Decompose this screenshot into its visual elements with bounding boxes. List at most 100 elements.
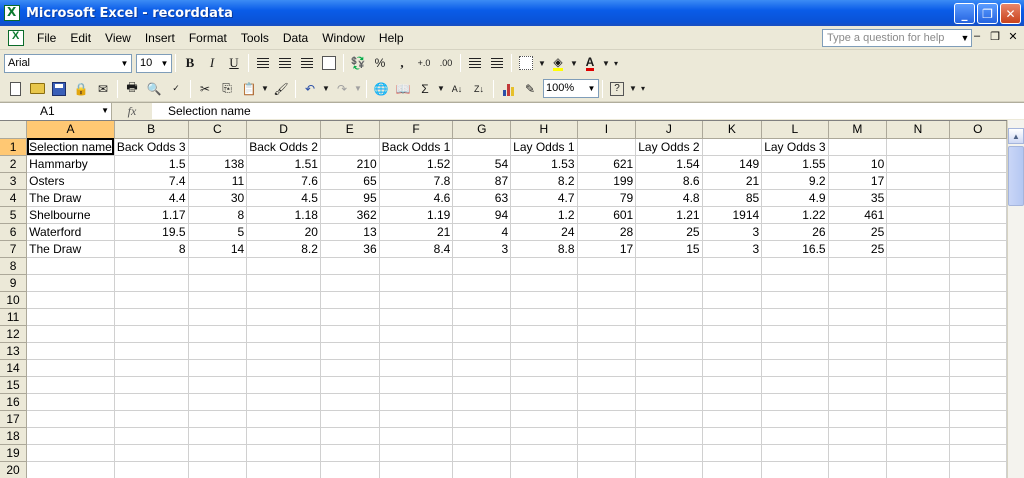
- cell-f9[interactable]: [379, 274, 454, 292]
- cell-e15[interactable]: [320, 376, 380, 394]
- cell-d13[interactable]: [246, 342, 321, 360]
- sort-ascending-button[interactable]: A↓: [446, 78, 468, 100]
- cell-m10[interactable]: [828, 291, 888, 309]
- cell-d8[interactable]: [246, 257, 321, 275]
- cell-f14[interactable]: [379, 359, 454, 377]
- cell-j1[interactable]: Lay Odds 2: [635, 138, 703, 156]
- cell-j6[interactable]: 25: [635, 223, 703, 241]
- help-search-input[interactable]: Type a question for help: [822, 29, 972, 47]
- cell-i10[interactable]: [577, 291, 637, 309]
- cell-l18[interactable]: [761, 427, 829, 445]
- menu-help[interactable]: Help: [372, 28, 411, 48]
- row-header-16[interactable]: 16: [0, 393, 28, 411]
- cell-k14[interactable]: [702, 359, 763, 377]
- cell-e18[interactable]: [320, 427, 380, 445]
- save-button[interactable]: [48, 78, 70, 100]
- decrease-decimal-button[interactable]: .00: [435, 52, 457, 74]
- research-button[interactable]: 📖: [392, 78, 414, 100]
- cell-i12[interactable]: [577, 325, 637, 343]
- cell-m17[interactable]: [828, 410, 888, 428]
- cell-g16[interactable]: [452, 393, 512, 411]
- cell-k1[interactable]: [702, 138, 763, 156]
- cut-button[interactable]: ✂: [194, 78, 216, 100]
- spelling-button[interactable]: ✓: [165, 78, 187, 100]
- menu-data[interactable]: Data: [276, 28, 315, 48]
- cell-f18[interactable]: [379, 427, 454, 445]
- cell-o20[interactable]: [949, 461, 1007, 478]
- align-left-button[interactable]: [252, 52, 274, 74]
- cell-h3[interactable]: 8.2: [510, 172, 578, 190]
- row-header-8[interactable]: 8: [0, 257, 28, 275]
- title-bar[interactable]: Microsoft Excel - recorddata _ ❐ ✕: [0, 0, 1024, 26]
- cell-n8[interactable]: [886, 257, 950, 275]
- cell-a15[interactable]: [26, 376, 115, 394]
- cell-l17[interactable]: [761, 410, 829, 428]
- row-header-14[interactable]: 14: [0, 359, 28, 377]
- row-header-2[interactable]: 2: [0, 155, 28, 173]
- cell-i6[interactable]: 28: [577, 223, 637, 241]
- cell-i7[interactable]: 17: [577, 240, 637, 258]
- cell-k17[interactable]: [702, 410, 763, 428]
- cell-g7[interactable]: 3: [452, 240, 512, 258]
- increase-indent-button[interactable]: [486, 52, 508, 74]
- cell-g5[interactable]: 94: [452, 206, 512, 224]
- cell-l8[interactable]: [761, 257, 829, 275]
- excel-icon[interactable]: [4, 5, 20, 21]
- column-header-g[interactable]: G: [452, 121, 512, 139]
- cell-m3[interactable]: 17: [828, 172, 888, 190]
- borders-dropdown-icon[interactable]: ▼: [537, 52, 547, 74]
- cell-d1[interactable]: Back Odds 2: [246, 138, 321, 156]
- cell-i17[interactable]: [577, 410, 637, 428]
- column-header-h[interactable]: H: [510, 121, 578, 139]
- cell-f6[interactable]: 21: [379, 223, 454, 241]
- row-header-10[interactable]: 10: [0, 291, 28, 309]
- cell-n19[interactable]: [886, 444, 950, 462]
- cell-a5[interactable]: Shelbourne: [26, 206, 115, 224]
- cell-e4[interactable]: 95: [320, 189, 380, 207]
- cell-a16[interactable]: [26, 393, 115, 411]
- cell-e8[interactable]: [320, 257, 380, 275]
- cell-e9[interactable]: [320, 274, 380, 292]
- cell-m16[interactable]: [828, 393, 888, 411]
- row-header-3[interactable]: 3: [0, 172, 28, 190]
- cell-e17[interactable]: [320, 410, 380, 428]
- cell-l20[interactable]: [761, 461, 829, 478]
- cell-e12[interactable]: [320, 325, 380, 343]
- cell-h20[interactable]: [510, 461, 578, 478]
- cell-g1[interactable]: [452, 138, 512, 156]
- cell-a18[interactable]: [26, 427, 115, 445]
- cell-g4[interactable]: 63: [452, 189, 512, 207]
- permission-button[interactable]: 🔒: [70, 78, 92, 100]
- cell-l4[interactable]: 4.9: [761, 189, 829, 207]
- cell-k13[interactable]: [702, 342, 763, 360]
- cell-k7[interactable]: 3: [702, 240, 763, 258]
- cell-o19[interactable]: [949, 444, 1007, 462]
- cell-i4[interactable]: 79: [577, 189, 637, 207]
- cell-d3[interactable]: 7.6: [246, 172, 321, 190]
- cell-c19[interactable]: [188, 444, 248, 462]
- cell-d16[interactable]: [246, 393, 321, 411]
- cell-m15[interactable]: [828, 376, 888, 394]
- cell-i18[interactable]: [577, 427, 637, 445]
- cell-d5[interactable]: 1.18: [246, 206, 321, 224]
- cell-b8[interactable]: [114, 257, 189, 275]
- copy-button[interactable]: ⎘: [216, 78, 238, 100]
- cell-c2[interactable]: 138: [188, 155, 248, 173]
- cell-b15[interactable]: [114, 376, 189, 394]
- cell-m9[interactable]: [828, 274, 888, 292]
- cell-b1[interactable]: Back Odds 3: [114, 138, 189, 156]
- cell-o5[interactable]: [949, 206, 1007, 224]
- cell-l6[interactable]: 26: [761, 223, 829, 241]
- column-header-j[interactable]: J: [635, 121, 703, 139]
- cell-d2[interactable]: 1.51: [246, 155, 321, 173]
- cell-b4[interactable]: 4.4: [114, 189, 189, 207]
- row-header-5[interactable]: 5: [0, 206, 28, 224]
- cell-k5[interactable]: 1914: [702, 206, 763, 224]
- cell-o13[interactable]: [949, 342, 1007, 360]
- cell-g10[interactable]: [452, 291, 512, 309]
- cell-k9[interactable]: [702, 274, 763, 292]
- name-box[interactable]: A1 ▼: [0, 102, 112, 120]
- cell-n7[interactable]: [886, 240, 950, 258]
- cell-h13[interactable]: [510, 342, 578, 360]
- column-header-c[interactable]: C: [188, 121, 248, 139]
